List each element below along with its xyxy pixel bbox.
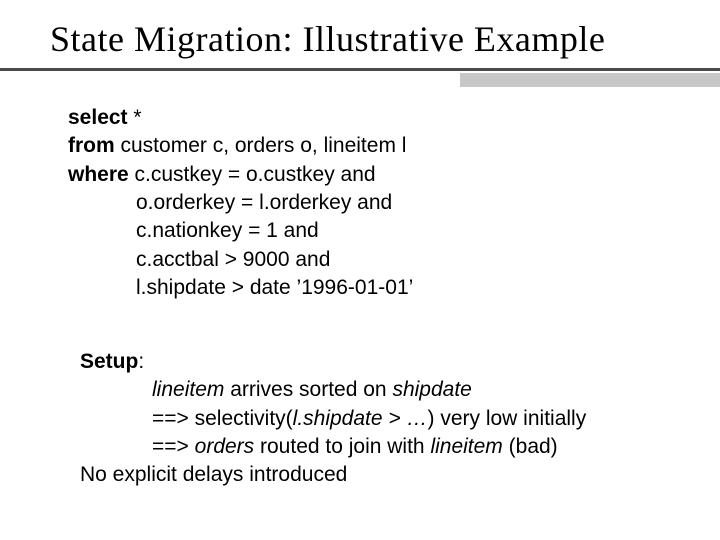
setup-line-3b: orders (195, 435, 255, 458)
setup-line-3d: lineitem (430, 435, 502, 458)
setup-colon: : (138, 350, 144, 373)
sql-query-block: select * from customer c, orders o, line… (68, 104, 413, 302)
kw-where: where (68, 163, 129, 186)
setup-line-2b: l.shipdate > … (293, 407, 428, 430)
setup-line-3e: (bad) (503, 435, 558, 458)
setup-block: Setup: lineitem arrives sorted on shipda… (80, 348, 586, 490)
where-cond-2: c.nationkey = 1 and (68, 217, 413, 245)
setup-line-4: No explicit delays introduced (80, 461, 586, 489)
setup-line-3c: routed to join with (254, 435, 430, 458)
kw-select: select (68, 106, 128, 129)
setup-line-3a: ==> (152, 435, 195, 458)
setup-line-1a: lineitem (152, 378, 224, 401)
setup-label-line: Setup: (80, 348, 586, 376)
setup-line-1b: arrives sorted on (224, 378, 392, 401)
setup-line-2: ==> selectivity(l.shipdate > …) very low… (80, 405, 586, 433)
setup-line-2c: ) very low initially (428, 407, 587, 430)
setup-line-2a: ==> selectivity( (152, 407, 293, 430)
where-cond-1: o.orderkey = l.orderkey and (68, 189, 413, 217)
sql-select-line: select * (68, 104, 413, 132)
slide-title: State Migration: Illustrative Example (50, 18, 690, 60)
setup-line-3: ==> orders routed to join with lineitem … (80, 433, 586, 461)
setup-line-1: lineitem arrives sorted on shipdate (80, 376, 586, 404)
title-underline-dark (0, 68, 720, 71)
kw-from: from (68, 134, 115, 157)
setup-line-1c: shipdate (392, 378, 471, 401)
sql-where-line: where c.custkey = o.custkey and (68, 161, 413, 189)
where-first: c.custkey = o.custkey and (129, 163, 376, 186)
where-cond-3: c.acctbal > 9000 and (68, 246, 413, 274)
select-star: * (128, 106, 142, 129)
from-rest: customer c, orders o, lineitem l (115, 134, 407, 157)
where-cond-4: l.shipdate > date ’1996-01-01’ (68, 274, 413, 302)
title-underline-light (460, 73, 720, 87)
setup-label: Setup (80, 350, 138, 373)
sql-from-line: from customer c, orders o, lineitem l (68, 132, 413, 160)
